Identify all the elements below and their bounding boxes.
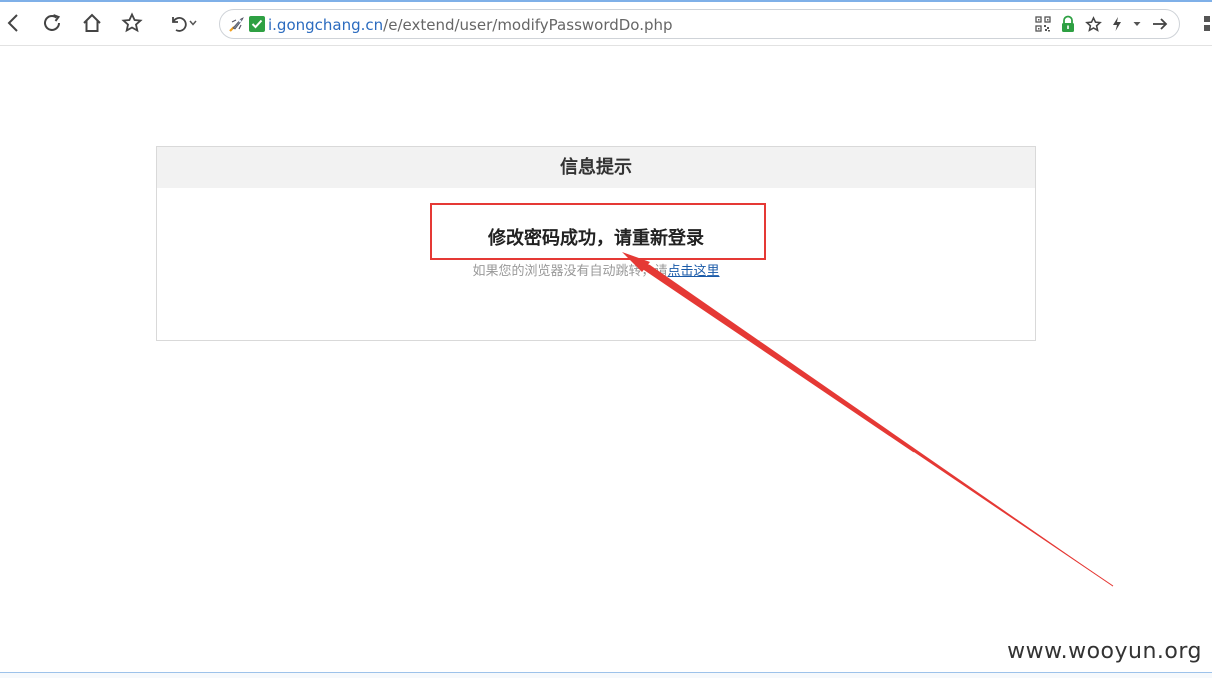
url-text[interactable]: i.gongchang.cn/e/extend/user/modifyPassw…	[268, 16, 673, 34]
dropdown-icon	[188, 18, 198, 28]
reload-icon	[41, 12, 63, 34]
undo-dropdown-button[interactable]	[186, 10, 200, 36]
address-bar[interactable]: i.gongchang.cn/e/extend/user/modifyPassw…	[219, 9, 1180, 39]
bookmark-star-icon	[121, 12, 143, 34]
browser-toolbar: i.gongchang.cn/e/extend/user/modifyPassw…	[0, 0, 1212, 46]
reload-button[interactable]	[39, 10, 65, 36]
redirect-link[interactable]: 点击这里	[668, 264, 720, 279]
favorite-star-icon[interactable]	[1085, 15, 1102, 33]
bookmark-button[interactable]	[119, 10, 145, 36]
verified-check-icon	[248, 15, 266, 39]
watermark: www.wooyun.org	[1007, 639, 1202, 664]
home-button[interactable]	[79, 10, 105, 36]
back-icon	[6, 13, 20, 33]
status-bar	[0, 672, 1212, 678]
back-button[interactable]	[0, 10, 26, 36]
lock-icon[interactable]	[1060, 15, 1076, 33]
go-arrow-icon[interactable]	[1151, 16, 1169, 32]
message-header: 信息提示	[157, 147, 1035, 188]
redirect-tip-text: 如果您的浏览器没有自动跳转，请	[472, 264, 668, 279]
url-host: i.gongchang.cn	[268, 16, 384, 34]
dropdown-icon[interactable]	[1132, 19, 1142, 29]
message-title: 修改密码成功，请重新登录	[488, 228, 704, 249]
url-path: /e/extend/user/modifyPasswordDo.php	[383, 16, 673, 34]
home-icon	[81, 12, 103, 34]
rocket-icon[interactable]	[226, 15, 246, 39]
side-menu-handle[interactable]	[1204, 16, 1210, 32]
redirect-tip: 如果您的浏览器没有自动跳转，请点击这里	[157, 263, 1035, 281]
lightning-icon[interactable]	[1111, 16, 1123, 32]
qrcode-icon[interactable]	[1035, 16, 1051, 32]
message-box: 信息提示 修改密码成功，请重新登录 如果您的浏览器没有自动跳转，请点击这里	[156, 146, 1036, 341]
